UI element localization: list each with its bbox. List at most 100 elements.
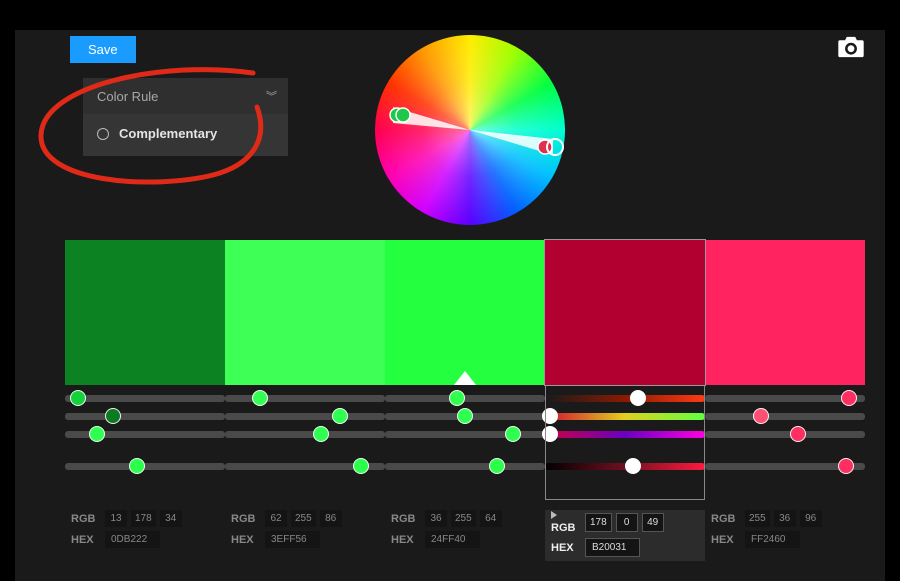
color-rule-header[interactable]: Color Rule ︾ [83,78,288,114]
swatch-3[interactable] [545,240,705,385]
rgb-label: RGB [71,513,101,525]
value-column-3: RGB178049 HEX B20031 [545,510,705,561]
slider[interactable] [385,460,545,472]
slider[interactable] [385,392,545,404]
rgb-label: RGB [391,513,421,525]
slider-knob[interactable] [841,390,857,406]
slider[interactable] [65,410,225,422]
rgb-value: 178 [131,510,156,527]
slider[interactable] [545,392,705,404]
rgb-value: 34 [160,510,182,527]
rgb-label: RGB [551,510,581,534]
rgb-value: 96 [800,510,822,527]
hex-label: HEX [711,534,741,546]
color-rule-panel: Color Rule ︾ Complementary [83,78,288,156]
slider[interactable] [65,392,225,404]
slider-knob[interactable] [70,390,86,406]
swatch-1[interactable] [225,240,385,385]
play-icon [551,511,557,519]
color-rule-title: Color Rule [97,89,158,104]
rgb-value: 13 [105,510,127,527]
slider[interactable] [385,410,545,422]
hex-label: HEX [71,534,101,546]
slider-knob[interactable] [489,458,505,474]
slider-knob[interactable] [753,408,769,424]
hex-label: HEX [231,534,261,546]
rgb-value: 86 [320,510,342,527]
rgb-value: 255 [451,510,476,527]
slider-knob[interactable] [252,390,268,406]
rgb-value: 62 [265,510,287,527]
slider[interactable] [545,410,705,422]
rgb-value: 36 [774,510,796,527]
slider-knob[interactable] [542,426,558,442]
rgb-value: 36 [425,510,447,527]
slider[interactable] [705,410,865,422]
camera-icon[interactable] [837,36,865,61]
swatch-2[interactable] [385,240,545,385]
color-wheel-handles[interactable] [375,35,565,225]
slider[interactable] [65,460,225,472]
base-color-indicator-icon [454,371,476,385]
slider[interactable] [705,392,865,404]
slider[interactable] [545,460,705,472]
slider[interactable] [225,410,385,422]
slider[interactable] [705,460,865,472]
hex-label: HEX [551,542,581,554]
slider-knob[interactable] [625,458,641,474]
save-button[interactable]: Save [70,36,136,63]
hex-value[interactable]: B20031 [585,538,640,557]
slider[interactable] [545,428,705,440]
slider-knob[interactable] [89,426,105,442]
rgb-value[interactable]: 0 [616,513,638,532]
radio-icon [97,128,109,140]
rgb-value[interactable]: 178 [585,513,612,532]
color-rule-option[interactable]: Complementary [83,114,288,156]
slider-knob[interactable] [838,458,854,474]
slider[interactable] [65,428,225,440]
slider[interactable] [225,392,385,404]
hex-label: HEX [391,534,421,546]
slider[interactable] [705,428,865,440]
slider-knob[interactable] [542,408,558,424]
rgb-value: 64 [480,510,502,527]
slider-knob[interactable] [129,458,145,474]
slider-knob[interactable] [790,426,806,442]
hex-value: FF2460 [745,531,800,548]
slider[interactable] [225,428,385,440]
hex-value: 0DB222 [105,531,160,548]
slider-row-2 [65,428,865,440]
value-column-0: RGB 1317834 HEX 0DB222 [65,510,225,561]
slider-knob[interactable] [313,426,329,442]
color-rule-selected-label: Complementary [119,126,217,141]
slider-group [65,392,865,478]
slider-knob[interactable] [457,408,473,424]
slider-row-1 [65,410,865,422]
slider-knob[interactable] [449,390,465,406]
value-column-1: RGB 6225586 HEX 3EFF56 [225,510,385,561]
color-theme-editor: Save Color Rule ︾ Complementary [15,30,885,581]
slider-knob[interactable] [505,426,521,442]
rgb-label: RGB [711,513,741,525]
slider-row-3 [65,460,865,472]
value-column-2: RGB 3625564 HEX 24FF40 [385,510,545,561]
color-wheel[interactable] [375,35,565,225]
slider-knob[interactable] [353,458,369,474]
swatch-0[interactable] [65,240,225,385]
rgb-value: 255 [745,510,770,527]
rgb-value: 255 [291,510,316,527]
rgb-label: RGB [231,513,261,525]
slider-knob[interactable] [630,390,646,406]
swatch-4[interactable] [705,240,865,385]
value-readout-row: RGB1317834HEX0DB222RGB6225586HEX3EFF56RG… [65,510,865,561]
slider[interactable] [225,460,385,472]
slider-row-0 [65,392,865,404]
value-column-4: RGB 2553696 HEX FF2460 [705,510,865,561]
chevron-down-icon: ︾ [266,88,274,104]
slider[interactable] [385,428,545,440]
hex-value: 3EFF56 [265,531,320,548]
slider-knob[interactable] [332,408,348,424]
slider-knob[interactable] [105,408,121,424]
rgb-value[interactable]: 49 [642,513,664,532]
hex-value: 24FF40 [425,531,480,548]
